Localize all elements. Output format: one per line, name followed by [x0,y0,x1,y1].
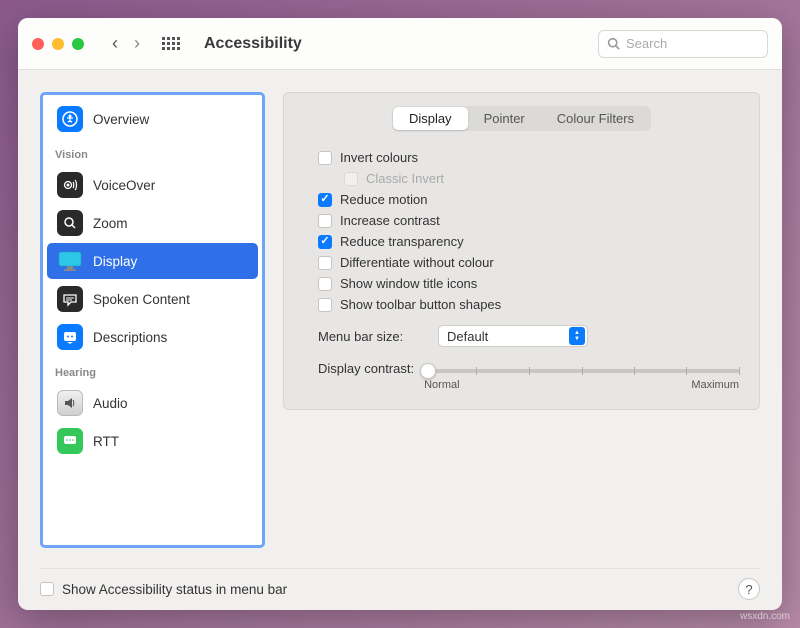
sidebar-item-spoken-content[interactable]: Spoken Content [47,281,258,317]
option-differentiate-colour[interactable]: Differentiate without colour [304,252,739,273]
checkbox[interactable] [318,256,332,270]
section-vision: Vision [43,139,262,165]
spoken-content-icon [57,286,83,312]
sidebar-item-label: Display [93,254,137,269]
option-reduce-motion[interactable]: Reduce motion [304,189,739,210]
back-button[interactable]: ‹ [112,33,118,54]
slider-max-label: Maximum [691,379,739,391]
option-invert-colours[interactable]: Invert colours [304,147,739,168]
search-placeholder: Search [626,36,667,51]
option-label: Show window title icons [340,276,477,291]
sidebar-item-label: RTT [93,434,119,449]
content-area: Overview Vision VoiceOver Zoom [18,70,782,610]
descriptions-icon [57,324,83,350]
audio-icon [57,390,83,416]
menubar-size-label: Menu bar size: [318,329,428,344]
checkbox[interactable] [318,151,332,165]
sidebar-item-label: Spoken Content [93,292,190,307]
sidebar-item-label: Zoom [93,216,128,231]
main-panel: Display Pointer Colour Filters Invert co… [283,92,760,548]
watermark: wsxdn.com [740,611,790,622]
menubar-size-row: Menu bar size: Default ▲▼ [304,315,739,351]
sidebar-item-descriptions[interactable]: Descriptions [47,319,258,355]
checkbox[interactable] [318,214,332,228]
sidebar-item-label: Audio [93,396,128,411]
status-checkbox[interactable] [40,582,54,596]
voiceover-icon [57,172,83,198]
sidebar-item-zoom[interactable]: Zoom [47,205,258,241]
contrast-slider[interactable] [424,369,739,373]
display-contrast-label: Display contrast: [318,361,414,376]
close-icon[interactable] [32,38,44,50]
checkbox[interactable] [318,298,332,312]
footer: Show Accessibility status in menu bar ? [40,568,760,609]
tab-display[interactable]: Display [393,107,468,130]
preferences-window: ‹ › Accessibility Search Overview [18,18,782,610]
option-label: Classic Invert [366,171,444,186]
option-label: Increase contrast [340,213,440,228]
zoom-icon [57,210,83,236]
nav-arrows: ‹ › [112,33,140,54]
sidebar-item-voiceover[interactable]: VoiceOver [47,167,258,203]
search-input[interactable]: Search [598,30,768,58]
select-stepper-icon: ▲▼ [569,327,585,345]
sidebar[interactable]: Overview Vision VoiceOver Zoom [40,92,265,548]
option-label: Reduce motion [340,192,427,207]
checkbox [344,172,358,186]
option-increase-contrast[interactable]: Increase contrast [304,210,739,231]
slider-min-label: Normal [424,379,459,391]
sidebar-item-label: VoiceOver [93,178,155,193]
help-button[interactable]: ? [738,578,760,600]
checkbox[interactable] [318,235,332,249]
option-label: Differentiate without colour [340,255,494,270]
overview-icon [57,106,83,132]
option-label: Reduce transparency [340,234,464,249]
tab-pointer[interactable]: Pointer [468,107,541,130]
toolbar: ‹ › Accessibility Search [18,18,782,70]
select-value: Default [447,329,488,344]
window-controls [32,38,84,50]
option-label: Invert colours [340,150,418,165]
slider-thumb[interactable] [420,363,436,379]
option-title-icons[interactable]: Show window title icons [304,273,739,294]
tabbar: Display Pointer Colour Filters [304,106,739,131]
menubar-size-select[interactable]: Default ▲▼ [438,325,588,347]
minimize-icon[interactable] [52,38,64,50]
option-button-shapes[interactable]: Show toolbar button shapes [304,294,739,315]
rtt-icon [57,428,83,454]
section-hearing: Hearing [43,357,262,383]
display-icon [57,248,83,274]
tab-colour-filters[interactable]: Colour Filters [541,107,650,130]
sidebar-item-label: Descriptions [93,330,167,345]
zoom-icon[interactable] [72,38,84,50]
sidebar-item-audio[interactable]: Audio [47,385,258,421]
settings-panel: Display Pointer Colour Filters Invert co… [283,92,760,410]
status-label: Show Accessibility status in menu bar [62,582,287,597]
checkbox[interactable] [318,277,332,291]
checkbox[interactable] [318,193,332,207]
sidebar-item-overview[interactable]: Overview [47,101,258,137]
sidebar-item-label: Overview [93,112,149,127]
sidebar-item-rtt[interactable]: RTT [47,423,258,459]
window-title: Accessibility [204,35,302,53]
sidebar-item-display[interactable]: Display [47,243,258,279]
show-all-button[interactable] [162,37,180,50]
option-label: Show toolbar button shapes [340,297,501,312]
search-icon [607,37,620,50]
forward-button: › [134,33,140,54]
option-reduce-transparency[interactable]: Reduce transparency [304,231,739,252]
display-contrast-row: Display contrast: [304,351,739,391]
option-classic-invert: Classic Invert [304,168,739,189]
